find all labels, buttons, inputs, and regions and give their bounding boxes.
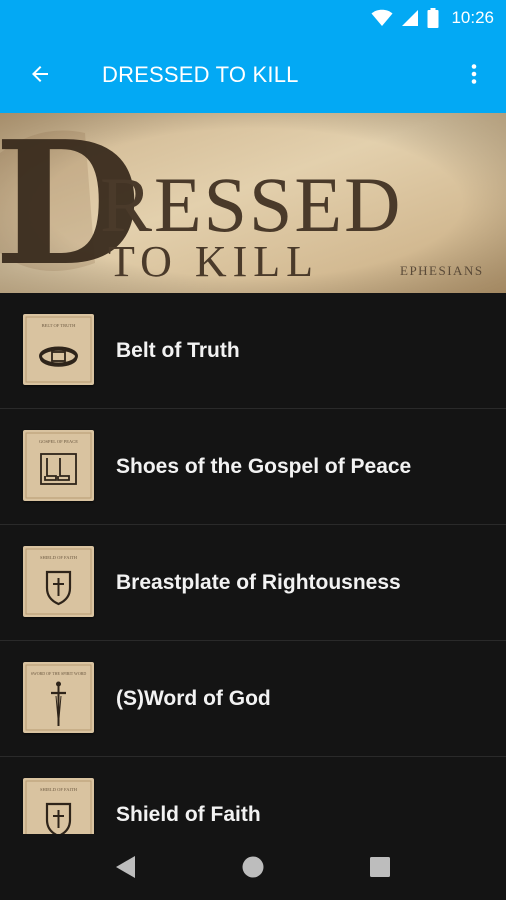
nav-recents-icon — [370, 857, 390, 877]
banner-subtitle: TO KILL — [108, 237, 319, 286]
nav-back-icon — [116, 856, 135, 878]
overflow-menu-icon — [471, 64, 477, 84]
svg-text:SHIELD OF FAITH: SHIELD OF FAITH — [40, 555, 78, 560]
list-item-shoes-of-the-gospel[interactable]: GOSPEL OF PEACE Shoes of the Gospel of P… — [0, 409, 506, 525]
svg-text:GOSPEL OF PEACE: GOSPEL OF PEACE — [39, 439, 78, 444]
thumbnail: BELT OF TRUTH — [23, 314, 94, 385]
system-nav-bar — [0, 834, 506, 900]
thumbnail: SWORD OF THE SPIRIT WORD — [23, 662, 94, 733]
signal-icon — [402, 10, 419, 26]
app-bar: DRESSED TO KILL — [0, 36, 506, 113]
list-item-sword-of-god[interactable]: SWORD OF THE SPIRIT WORD (S)Word of God — [0, 641, 506, 757]
svg-text:BELT OF TRUTH: BELT OF TRUTH — [42, 323, 76, 328]
list-item-breastplate[interactable]: SHIELD OF FAITH Breastplate of Rightousn… — [0, 525, 506, 641]
list-item-label: Breastplate of Rightousness — [116, 571, 401, 594]
battery-icon — [427, 8, 439, 28]
status-bar: 10:26 — [0, 0, 506, 36]
nav-home-icon — [242, 856, 264, 878]
thumbnail: SHIELD OF FAITH — [23, 778, 94, 834]
back-arrow-icon — [32, 66, 48, 82]
back-button[interactable] — [16, 50, 64, 98]
thumbnail: SHIELD OF FAITH — [23, 546, 94, 617]
banner-title: RESSED — [100, 161, 402, 248]
list-item-belt-of-truth[interactable]: BELT OF TRUTH Belt of Truth — [0, 293, 506, 409]
nav-recents-button[interactable] — [360, 847, 400, 887]
banner-artwork: D RESSED TO KILL EPHESIANS — [0, 113, 506, 293]
thumbnail: GOSPEL OF PEACE — [23, 430, 94, 501]
nav-home-button[interactable] — [233, 847, 273, 887]
page-title: DRESSED TO KILL — [102, 62, 299, 87]
overflow-menu-button[interactable] — [450, 50, 498, 98]
wifi-icon — [371, 9, 393, 27]
list-item-label: Shield of Faith — [116, 803, 261, 826]
list-item-label: Shoes of the Gospel of Peace — [116, 455, 412, 478]
svg-text:SWORD OF THE SPIRIT WORD: SWORD OF THE SPIRIT WORD — [31, 671, 87, 676]
svg-text:SHIELD OF FAITH: SHIELD OF FAITH — [40, 787, 78, 792]
nav-back-button[interactable] — [106, 847, 146, 887]
list-item-label: (S)Word of God — [116, 687, 271, 710]
banner-reference: EPHESIANS — [400, 263, 484, 278]
series-banner: D RESSED TO KILL EPHESIANS — [0, 113, 506, 293]
list-item-shield-of-faith[interactable]: SHIELD OF FAITH Shield of Faith — [0, 757, 506, 834]
list-item-label: Belt of Truth — [116, 339, 240, 362]
status-time: 10:26 — [451, 8, 494, 27]
armor-list: BELT OF TRUTH Belt of Truth GOSPEL OF PE… — [0, 293, 506, 834]
status-icons: 10:26 — [371, 6, 494, 30]
